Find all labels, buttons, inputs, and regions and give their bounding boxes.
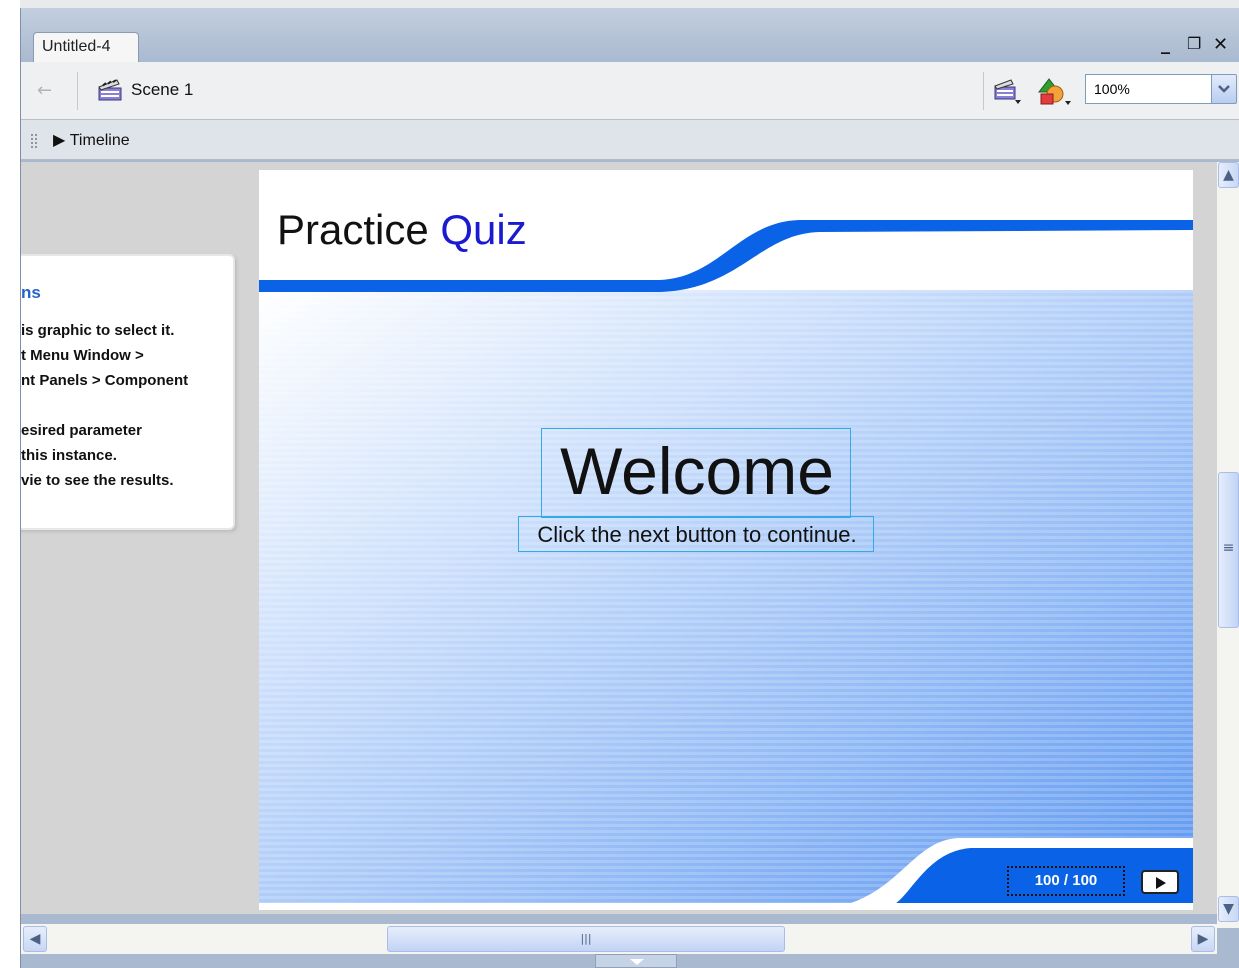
page-counter: 100 / 100 [1007,866,1125,896]
chevron-down-icon: ▼ [1223,901,1234,917]
instructions-line: esired parameter [21,422,142,439]
edit-bar: ← Scene 1 100% [21,62,1239,120]
document-window: Untitled-4 _ ❐ ✕ ← Scene 1 100% ▶ Timeli… [20,8,1239,968]
vertical-scrollbar[interactable]: ▲ ≡ ▼ [1217,162,1239,928]
horizontal-scrollbar[interactable]: ◀ ||| ▶ [21,924,1217,954]
scroll-left-button[interactable]: ◀ [23,926,47,952]
instructions-line: is graphic to select it. [21,322,175,339]
horizontal-scroll-thumb[interactable]: ||| [387,926,785,952]
instruction-text: Click the next button to continue. [537,522,857,547]
zoom-value: 100% [1094,81,1130,97]
scroll-down-button[interactable]: ▼ [1218,896,1239,922]
welcome-heading: Welcome [560,434,834,508]
restore-icon[interactable]: ❐ [1187,34,1201,53]
edit-scene-icon[interactable] [993,78,1021,104]
scroll-right-button[interactable]: ▶ [1191,926,1215,952]
chevron-left-icon: ◀ [29,931,41,947]
stage[interactable]: Practice Quiz Welcome Click the next but… [259,170,1193,910]
panel-collapse-toggle[interactable] [595,954,677,968]
title-quiz: Quiz [440,206,527,253]
grip-icon: ||| [580,932,592,945]
panel-grip-icon[interactable] [31,134,37,148]
instructions-line: vie to see the results. [21,472,174,489]
grip-icon: ≡ [1222,540,1235,556]
minimize-icon[interactable]: _ [1161,34,1170,55]
app-frame: Untitled-4 _ ❐ ✕ ← Scene 1 100% ▶ Timeli… [0,0,1239,968]
title-practice: Practice [277,206,429,253]
timeline-label: Timeline [69,132,130,149]
toolbar-divider [77,72,78,110]
zoom-input[interactable]: 100% [1085,74,1219,104]
scroll-up-button[interactable]: ▲ [1218,162,1239,188]
instruction-textfield[interactable]: Click the next button to continue. [518,516,874,552]
document-tab-bar: Untitled-4 _ ❐ ✕ [21,8,1239,62]
instructions-title: ns [21,283,41,302]
chevron-up-icon: ▲ [1223,167,1234,183]
scene-label: Scene 1 [131,80,194,99]
instructions-line: t Menu Window > [21,347,144,364]
document-tab[interactable]: Untitled-4 [33,32,139,62]
scene-clapper-icon [98,79,122,101]
back-arrow-icon[interactable]: ← [37,80,52,101]
timeline-toggle[interactable]: ▶ Timeline [53,130,130,150]
chevron-down-icon [1218,85,1230,93]
workspace-area: ns is graphic to select it. t Menu Windo… [21,162,1217,914]
vertical-scroll-thumb[interactable]: ≡ [1218,472,1239,628]
desktop-edge [0,0,20,968]
toolbar-divider [983,72,984,110]
welcome-textfield[interactable]: Welcome [541,428,851,518]
timeline-bar: ▶ Timeline [21,120,1239,160]
instructions-line: nt Panels > Component [21,372,189,389]
chevron-right-icon: ▶ [1197,931,1209,947]
instructions-line: this instance. [21,447,117,464]
next-button[interactable] [1141,870,1179,894]
page-title: Practice Quiz [277,206,527,254]
zoom-dropdown-button[interactable] [1211,74,1237,104]
close-icon[interactable]: ✕ [1213,34,1228,55]
edit-symbols-icon[interactable] [1037,76,1073,106]
instructions-panel[interactable]: ns is graphic to select it. t Menu Windo… [21,254,235,530]
